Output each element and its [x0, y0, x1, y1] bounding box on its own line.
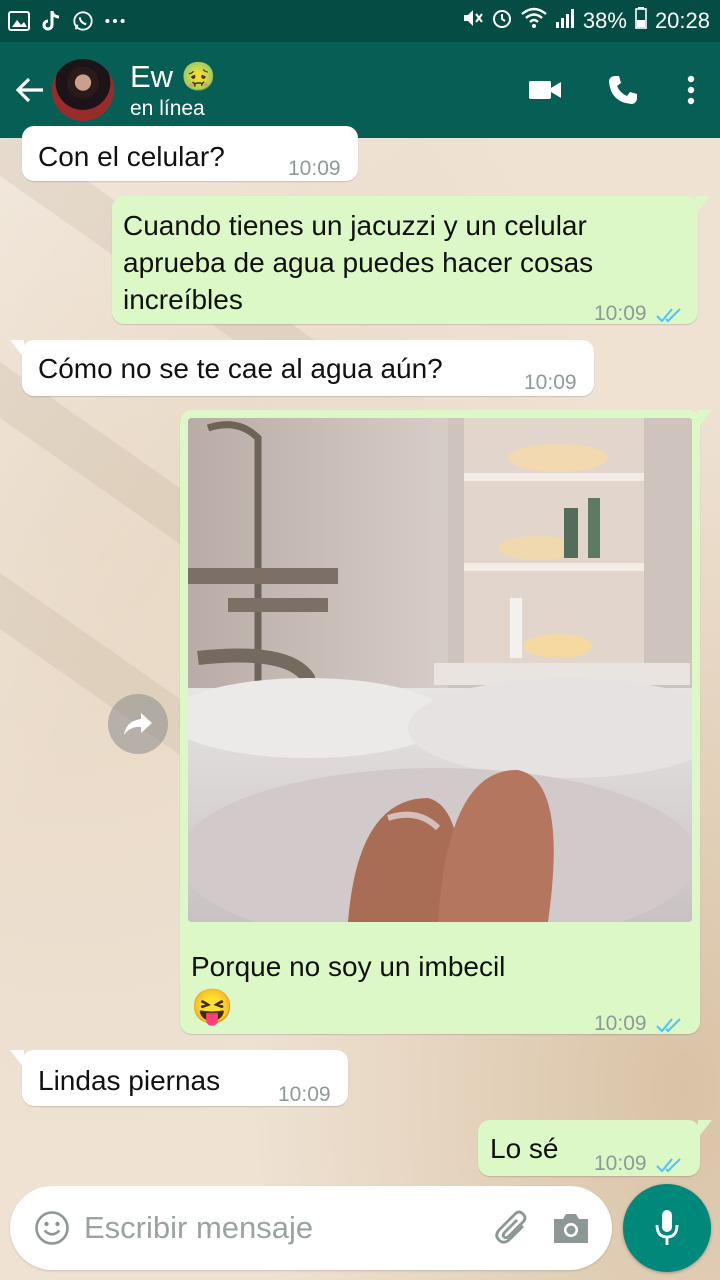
- message-time: 10:09: [288, 157, 341, 180]
- tongue-out-emoji-icon: 😝: [191, 988, 234, 1026]
- signal-icon: [555, 7, 575, 35]
- phone-icon: [609, 76, 637, 104]
- message-text: Porque no soy un imbecil 😝: [191, 948, 611, 1029]
- message-bubble-incoming[interactable]: Lindas piernas 10:09: [10, 1050, 348, 1106]
- message-composer: [10, 1186, 612, 1270]
- message-bubble-incoming[interactable]: Con el celular? 10:09: [22, 126, 358, 181]
- message-time: 10:09: [594, 302, 647, 325]
- message-text: Lo sé: [490, 1133, 559, 1164]
- message-bubble-outgoing[interactable]: Cuando tienes un jacuzzi y un celular ap…: [112, 196, 710, 325]
- contact-name-text: Ew: [130, 59, 174, 94]
- bubble-tail: [10, 340, 24, 358]
- message-time: 10:09: [524, 371, 577, 394]
- bubble-tail: [698, 410, 712, 428]
- camera-icon: [554, 1214, 588, 1243]
- paperclip-icon: [495, 1210, 527, 1244]
- back-button[interactable]: [2, 42, 58, 138]
- alarm-icon: [491, 7, 513, 35]
- message-text: Cuando tienes un jacuzzi y un celular ap…: [123, 210, 594, 315]
- message-time: 10:09: [594, 1012, 647, 1035]
- more-notifications-icon: [104, 10, 126, 32]
- bath-photo[interactable]: [188, 418, 692, 922]
- share-arrow-icon: [124, 713, 152, 735]
- clock: 20:28: [654, 8, 710, 33]
- avatar[interactable]: [52, 59, 114, 121]
- attach-button[interactable]: [490, 1205, 536, 1251]
- video-call-button[interactable]: [506, 42, 584, 138]
- message-text: Cómo no se te cae al agua aún?: [38, 353, 443, 384]
- bubble-tail: [698, 1120, 712, 1138]
- read-receipt-icon: [656, 296, 684, 333]
- smiley-icon: [35, 1211, 69, 1245]
- contact-info[interactable]: Ew 🤢 en línea: [130, 59, 216, 121]
- camera-button[interactable]: [548, 1205, 594, 1251]
- gallery-icon: [8, 10, 30, 32]
- message-input[interactable]: [82, 1209, 476, 1247]
- wifi-icon: [521, 7, 547, 35]
- status-bar: 38% 20:28: [0, 0, 720, 42]
- bubble-tail: [696, 196, 710, 214]
- message-time: 10:09: [594, 1152, 647, 1175]
- bathtub-image: [188, 418, 692, 922]
- message-time: 10:09: [278, 1083, 331, 1106]
- forward-button[interactable]: [108, 694, 168, 754]
- contact-name: Ew 🤢: [130, 59, 216, 95]
- message-bubble-incoming[interactable]: Cómo no se te cae al agua aún? 10:09: [10, 340, 594, 396]
- message-text: Lindas piernas: [38, 1065, 221, 1096]
- message-bubble-outgoing-image[interactable]: Porque no soy un imbecil 😝 10:09: [180, 410, 712, 1035]
- whatsapp-icon: [72, 10, 94, 32]
- message-text: Con el celular?: [38, 141, 225, 172]
- more-options-button[interactable]: [662, 42, 720, 138]
- microphone-icon: [655, 1210, 679, 1245]
- bubble-tail: [10, 1050, 24, 1068]
- mute-icon: [461, 7, 483, 35]
- message-bubble-outgoing[interactable]: Lo sé 10:09: [478, 1120, 712, 1176]
- battery-icon: [635, 7, 647, 35]
- read-receipt-icon: [656, 1146, 684, 1183]
- nauseated-face-icon: 🤢: [181, 61, 216, 92]
- battery-percent: 38%: [582, 8, 627, 33]
- emoji-button[interactable]: [32, 1208, 72, 1248]
- voice-call-button[interactable]: [584, 42, 662, 138]
- chat-header: Ew 🤢 en línea: [0, 42, 720, 138]
- kebab-menu-icon: [687, 75, 695, 105]
- read-receipt-icon: [656, 1006, 684, 1043]
- tiktok-icon: [40, 10, 62, 32]
- arrow-left-icon: [15, 77, 43, 103]
- contact-status: en línea: [130, 97, 205, 120]
- video-camera-icon: [529, 81, 561, 99]
- message-caption: Porque no soy un imbecil: [191, 951, 506, 982]
- voice-record-button[interactable]: [623, 1184, 711, 1272]
